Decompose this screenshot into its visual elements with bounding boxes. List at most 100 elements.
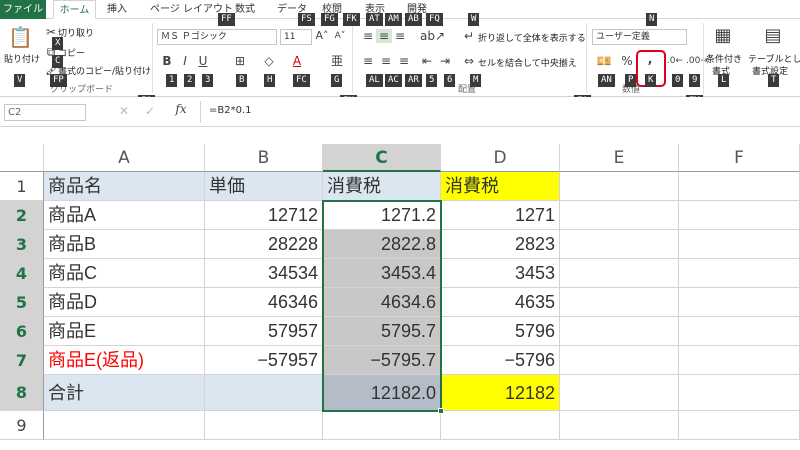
cell-e7[interactable]: [560, 346, 679, 375]
cell-a1[interactable]: 商品名: [44, 172, 205, 201]
percent-icon[interactable]: %: [620, 54, 634, 68]
cell-e5[interactable]: [560, 288, 679, 317]
orientation-icon[interactable]: ab↗: [420, 29, 445, 43]
format-as-table-icon[interactable]: ▤: [760, 25, 786, 47]
align-middle-icon[interactable]: ≡: [376, 29, 392, 43]
cell-f8[interactable]: [679, 375, 800, 411]
font-name-select[interactable]: ＭＳ Ｐゴシック: [157, 29, 277, 45]
cell-d6[interactable]: 5796: [441, 317, 560, 346]
cancel-icon[interactable]: ✕: [117, 104, 131, 118]
phonetic-icon[interactable]: 亜: [330, 54, 344, 68]
cell-f7[interactable]: [679, 346, 800, 375]
align-right-icon[interactable]: ≡: [396, 54, 412, 68]
format-painter-label[interactable]: 書式のコピー/貼り付け: [58, 64, 151, 77]
cell-b6[interactable]: 57957: [205, 317, 323, 346]
row-header-2[interactable]: 2: [0, 201, 44, 230]
cell-b7[interactable]: −57957: [205, 346, 323, 375]
decrease-indent-icon[interactable]: ⇤: [420, 54, 434, 68]
cell-b2[interactable]: 12712: [205, 201, 323, 230]
paste-button-label[interactable]: 貼り付け: [4, 52, 40, 65]
cell-d7[interactable]: −5796: [441, 346, 560, 375]
cell-b5[interactable]: 46346: [205, 288, 323, 317]
underline-icon[interactable]: U: [196, 54, 210, 68]
borders-icon[interactable]: ⊞: [233, 54, 247, 68]
column-header-c[interactable]: C: [323, 144, 441, 172]
cell-a8[interactable]: 合計: [44, 375, 205, 411]
cell-a7[interactable]: 商品E(返品): [44, 346, 205, 375]
cell-c2[interactable]: 1271.2: [323, 201, 441, 230]
cell-c5[interactable]: 4634.6: [323, 288, 441, 317]
select-all-corner[interactable]: [0, 144, 44, 172]
enter-icon[interactable]: ✓: [143, 104, 157, 118]
row-header-9[interactable]: 9: [0, 411, 44, 440]
cell-c8[interactable]: 12182.0: [323, 375, 441, 411]
align-center-icon[interactable]: ≡: [378, 54, 394, 68]
cell-e6[interactable]: [560, 317, 679, 346]
cell-c1[interactable]: 消費税: [323, 172, 441, 201]
cell-f3[interactable]: [679, 230, 800, 259]
paste-icon[interactable]: 📋: [8, 26, 33, 48]
align-left-icon[interactable]: ≡: [360, 54, 376, 68]
cell-b8[interactable]: [205, 375, 323, 411]
align-bottom-icon[interactable]: ≡: [392, 29, 408, 43]
cell-f4[interactable]: [679, 259, 800, 288]
cell-a5[interactable]: 商品D: [44, 288, 205, 317]
cell-f1[interactable]: [679, 172, 800, 201]
number-format-select[interactable]: ユーザー定義: [592, 29, 687, 45]
shrink-font-icon[interactable]: A˅: [333, 29, 347, 43]
cell-a9[interactable]: [44, 411, 205, 440]
cell-f2[interactable]: [679, 201, 800, 230]
cell-a3[interactable]: 商品B: [44, 230, 205, 259]
cell-d3[interactable]: 2823: [441, 230, 560, 259]
tab-home[interactable]: ホーム: [53, 0, 96, 19]
cell-f6[interactable]: [679, 317, 800, 346]
fill-handle[interactable]: [438, 408, 444, 414]
conditional-formatting-icon[interactable]: ▦: [710, 25, 736, 47]
bold-icon[interactable]: B: [160, 54, 174, 68]
cell-c4[interactable]: 3453.4: [323, 259, 441, 288]
italic-icon[interactable]: I: [178, 54, 192, 68]
cell-c6[interactable]: 5795.7: [323, 317, 441, 346]
cell-d4[interactable]: 3453: [441, 259, 560, 288]
formula-input[interactable]: =B2*0.1: [200, 101, 796, 123]
cell-a6[interactable]: 商品E: [44, 317, 205, 346]
column-header-b[interactable]: B: [205, 144, 323, 172]
cell-e3[interactable]: [560, 230, 679, 259]
row-header-7[interactable]: 7: [0, 346, 44, 375]
cell-b9[interactable]: [205, 411, 323, 440]
name-box[interactable]: C2: [4, 104, 86, 121]
fill-color-icon[interactable]: ◇: [262, 54, 276, 68]
cell-b3[interactable]: 28228: [205, 230, 323, 259]
cell-e8[interactable]: [560, 375, 679, 411]
tab-file[interactable]: ファイル: [0, 0, 46, 19]
row-header-1[interactable]: 1: [0, 172, 44, 201]
cell-e2[interactable]: [560, 201, 679, 230]
cell-d9[interactable]: [441, 411, 560, 440]
cell-d2[interactable]: 1271: [441, 201, 560, 230]
cell-d8[interactable]: 12182: [441, 375, 560, 411]
row-header-3[interactable]: 3: [0, 230, 44, 259]
cell-f5[interactable]: [679, 288, 800, 317]
cell-c9[interactable]: [323, 411, 441, 440]
column-header-e[interactable]: E: [560, 144, 679, 172]
cell-e4[interactable]: [560, 259, 679, 288]
cell-f9[interactable]: [679, 411, 800, 440]
increase-indent-icon[interactable]: ⇥: [438, 54, 452, 68]
font-size-select[interactable]: 11: [280, 29, 312, 45]
row-header-6[interactable]: 6: [0, 317, 44, 346]
row-header-8[interactable]: 8: [0, 375, 44, 411]
wrap-text-label[interactable]: 折り返して全体を表示する: [478, 31, 586, 44]
font-color-icon[interactable]: A: [290, 54, 304, 68]
align-top-icon[interactable]: ≡: [360, 29, 376, 43]
cell-c7[interactable]: −5795.7: [323, 346, 441, 375]
cell-d1[interactable]: 消費税: [441, 172, 560, 201]
accounting-format-icon[interactable]: 💴: [596, 54, 612, 68]
wrap-text-icon[interactable]: ↵: [462, 29, 476, 43]
cell-b4[interactable]: 34534: [205, 259, 323, 288]
decrease-decimal-icon[interactable]: .00→: [686, 54, 708, 68]
column-header-a[interactable]: A: [44, 144, 205, 172]
cell-b1[interactable]: 単価: [205, 172, 323, 201]
cell-d5[interactable]: 4635: [441, 288, 560, 317]
tab-insert[interactable]: 挿入: [107, 0, 127, 19]
cell-c3[interactable]: 2822.8: [323, 230, 441, 259]
